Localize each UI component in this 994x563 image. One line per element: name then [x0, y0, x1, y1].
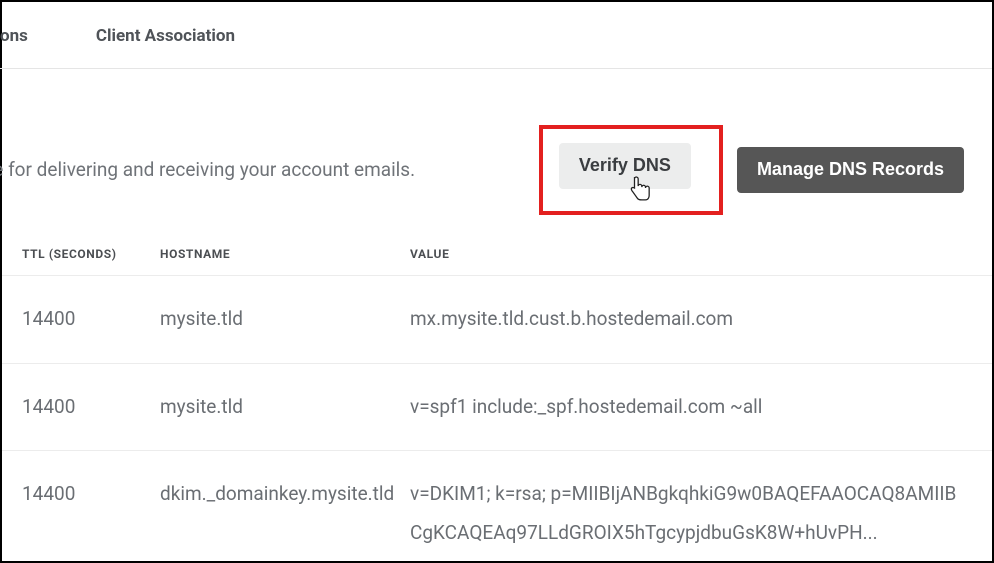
- verify-dns-button[interactable]: Verify DNS: [559, 143, 691, 189]
- highlight-box: Verify DNS: [539, 125, 723, 215]
- dns-records-table: TTL (SECONDS) HOSTNAME VALUE 14400 mysit…: [2, 247, 992, 563]
- column-header-value: VALUE: [410, 247, 992, 261]
- column-header-ttl: TTL (SECONDS): [22, 247, 160, 261]
- description-row: ble for delivering and receiving your ac…: [2, 69, 992, 235]
- cell-hostname: mysite.tld: [160, 300, 410, 339]
- description-text: ble for delivering and receiving your ac…: [0, 155, 519, 185]
- cell-value: v=DKIM1; k=rsa; p=MIIBIjANBgkqhkiG9w0BAQ…: [410, 475, 962, 553]
- column-header-hostname: HOSTNAME: [160, 247, 410, 261]
- table-row: 14400 mysite.tld v=spf1 include:_spf.hos…: [2, 363, 992, 451]
- manage-dns-records-button[interactable]: Manage DNS Records: [737, 147, 964, 193]
- button-group: Verify DNS Manage DNS Records: [539, 125, 964, 215]
- tab-partial[interactable]: ons: [0, 26, 46, 46]
- cell-value: mx.mysite.tld.cust.b.hostedemail.com: [410, 300, 962, 339]
- tab-bar: ons Client Association: [0, 2, 992, 69]
- cell-ttl: 14400: [22, 300, 160, 339]
- table-row: 14400 dkim._domainkey.mysite.tld v=DKIM1…: [2, 450, 992, 563]
- cell-hostname: dkim._domainkey.mysite.tld: [160, 475, 410, 553]
- tab-client-association[interactable]: Client Association: [78, 26, 253, 46]
- table-header: TTL (SECONDS) HOSTNAME VALUE: [2, 247, 992, 275]
- table-row: 14400 mysite.tld mx.mysite.tld.cust.b.ho…: [2, 275, 992, 363]
- cell-ttl: 14400: [22, 388, 160, 427]
- cell-value: v=spf1 include:_spf.hostedemail.com ~all: [410, 388, 962, 427]
- cell-ttl: 14400: [22, 475, 160, 553]
- cell-hostname: mysite.tld: [160, 388, 410, 427]
